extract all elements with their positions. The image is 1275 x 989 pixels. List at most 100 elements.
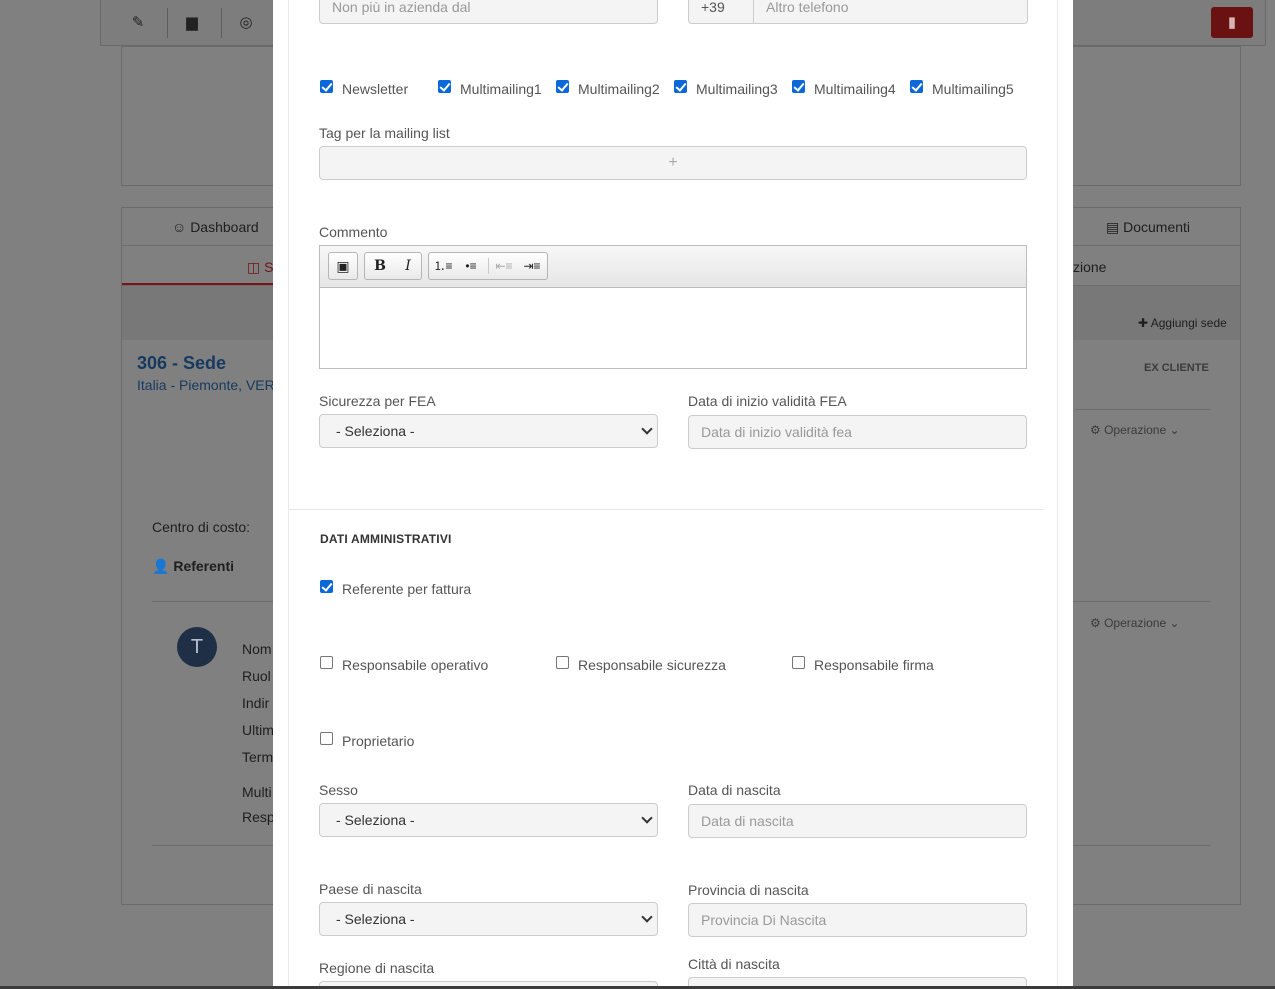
paese-nascita-select[interactable]: - Seleziona - <box>319 902 658 936</box>
tab-dashboard[interactable]: ☺ Dashboard <box>172 219 259 235</box>
citta-nascita-label: Città di nascita <box>688 956 780 972</box>
fea-start-input[interactable]: Data di inizio validità fea <box>688 415 1027 449</box>
newsletter-label: Newsletter <box>342 81 409 97</box>
resp-operativo-checkbox[interactable] <box>320 656 333 669</box>
format-group: B I <box>364 252 422 280</box>
sesso-label: Sesso <box>319 782 358 798</box>
user-icon: 👤 <box>152 558 174 574</box>
multimailing1-checkbox[interactable] <box>438 80 451 93</box>
citta-nascita-input[interactable] <box>688 977 1027 986</box>
fea-start-label: Data di inizio validità FEA <box>688 393 847 409</box>
plus-icon: ✚ <box>1138 316 1151 330</box>
gear-icon: ⚙ <box>1090 423 1105 437</box>
multimailing4-checkbox[interactable] <box>792 80 805 93</box>
cost-center-label: Centro di costo: <box>152 519 251 535</box>
target-icon[interactable]: ◎ <box>233 10 259 36</box>
admin-section-title: DATI AMMINISTRATIVI <box>320 532 452 546</box>
paste-group: ▣ <box>328 252 358 280</box>
provincia-nascita-input[interactable]: Provincia Di Nascita <box>688 903 1027 937</box>
document-icon: ▤ <box>1106 219 1124 235</box>
multimailing3-checkbox[interactable] <box>674 80 687 93</box>
multimailing3-label: Multimailing3 <box>696 81 778 97</box>
contact-label: Indir <box>242 695 270 711</box>
site-title[interactable]: 306 - Sede <box>137 353 226 374</box>
contact-label: Term <box>242 749 274 765</box>
operation-dropdown[interactable]: ⚙ Operazione ⌄ <box>1090 423 1180 437</box>
outdent-icon[interactable]: ⇤≡ <box>490 253 518 279</box>
comment-editor: ▣ B I ⒈≡ •≡ ⇤≡ ⇥≡ <box>319 245 1027 369</box>
chevron-down-icon: ⌄ <box>1166 423 1180 437</box>
gear-icon: ⚙ <box>1090 616 1105 630</box>
resp-firma-checkbox[interactable] <box>792 656 805 669</box>
provincia-nascita-label: Provincia di nascita <box>688 882 809 898</box>
newsletter-checkbox[interactable] <box>320 80 333 93</box>
proprietario-checkbox[interactable] <box>320 732 333 745</box>
tag-mailing-label: Tag per la mailing list <box>319 125 450 141</box>
chevron-down-icon <box>641 812 653 824</box>
status-badge: EX CLIENTE <box>1144 362 1209 374</box>
multimailing2-label: Multimailing2 <box>578 81 660 97</box>
editor-toolbar: ▣ B I ⒈≡ •≡ ⇤≡ ⇥≡ <box>320 246 1026 288</box>
tab-documenti[interactable]: ▤ Documenti <box>1106 219 1190 236</box>
multimailing4-label: Multimailing4 <box>814 81 896 97</box>
italic-icon[interactable]: I <box>394 253 422 279</box>
avatar: T <box>177 627 217 667</box>
contact-label: Nom <box>242 641 272 657</box>
proprietario-label: Proprietario <box>342 733 415 749</box>
contact-label: Resp <box>242 809 275 825</box>
section-divider <box>289 509 1043 510</box>
dashboard-icon: ☺ <box>172 219 191 235</box>
non-piu-in-azienda-input[interactable]: Non più in azienda dal <box>319 0 658 24</box>
modal-body: Non più in azienda dal +39 Altro telefon… <box>288 0 1058 986</box>
toolbar-divider <box>221 8 222 38</box>
operation-dropdown[interactable]: ⚙ Operazione ⌄ <box>1090 616 1180 630</box>
resp-sicurezza-label: Responsabile sicurezza <box>578 657 726 673</box>
add-site-button[interactable]: ✚ Aggiungi sede <box>1138 316 1227 330</box>
numbered-list-icon[interactable]: ⒈≡ <box>429 253 457 279</box>
fea-security-select[interactable]: - Seleziona - <box>319 414 658 448</box>
contact-label: Ruol <box>242 668 271 684</box>
data-nascita-input[interactable]: Data di nascita <box>688 804 1027 838</box>
row-divider <box>1075 409 1210 410</box>
referente-fattura-label: Referente per fattura <box>342 581 472 597</box>
data-nascita-label: Data di nascita <box>688 782 781 798</box>
toolbar-divider <box>488 258 489 274</box>
contact-label: Ultim <box>242 722 274 738</box>
trash-icon[interactable]: ▮ <box>1211 7 1253 38</box>
other-phone-input[interactable]: Altro telefono <box>754 0 1028 24</box>
list-group: ⒈≡ •≡ ⇤≡ ⇥≡ <box>428 252 548 280</box>
tab-partial[interactable]: zione <box>1073 259 1106 275</box>
contact-label: Multi <box>242 784 272 800</box>
toolbar-divider <box>167 8 168 38</box>
site-address: Italia - Piemonte, VER <box>137 377 275 393</box>
resp-firma-label: Responsabile firma <box>814 657 934 673</box>
multimailing1-label: Multimailing1 <box>460 81 542 97</box>
phone-prefix: +39 <box>688 0 754 24</box>
multimailing5-label: Multimailing5 <box>932 81 1014 97</box>
multimailing2-checkbox[interactable] <box>556 80 569 93</box>
bulleted-list-icon[interactable]: •≡ <box>457 253 485 279</box>
sesso-select[interactable]: - Seleziona - <box>319 803 658 837</box>
regione-nascita-label: Regione di nascita <box>319 960 435 976</box>
print-icon[interactable]: ▆ <box>179 10 205 36</box>
contact-edit-modal: Non più in azienda dal +39 Altro telefon… <box>273 0 1073 986</box>
chevron-down-icon <box>641 911 653 923</box>
resp-sicurezza-checkbox[interactable] <box>556 656 569 669</box>
chevron-down-icon: ⌄ <box>1166 616 1180 630</box>
tag-add-button[interactable]: + <box>319 146 1027 180</box>
chevron-down-icon <box>641 423 653 435</box>
pencil-icon[interactable]: ✎ <box>125 10 151 36</box>
referente-fattura-checkbox[interactable] <box>320 580 333 593</box>
indent-icon[interactable]: ⇥≡ <box>518 253 546 279</box>
comment-label: Commento <box>319 224 388 240</box>
comment-textarea[interactable] <box>320 288 1026 368</box>
fea-security-label: Sicurezza per FEA <box>319 393 436 409</box>
map-icon: ◫ <box>247 259 265 275</box>
multimailing5-checkbox[interactable] <box>910 80 923 93</box>
paese-nascita-label: Paese di nascita <box>319 881 422 897</box>
resp-operativo-label: Responsabile operativo <box>342 657 489 673</box>
paste-icon[interactable]: ▣ <box>329 253 357 279</box>
referents-heading: 👤 Referenti <box>152 558 235 574</box>
bold-icon[interactable]: B <box>366 253 394 279</box>
tab-sedi[interactable]: ◫ S <box>247 259 273 276</box>
